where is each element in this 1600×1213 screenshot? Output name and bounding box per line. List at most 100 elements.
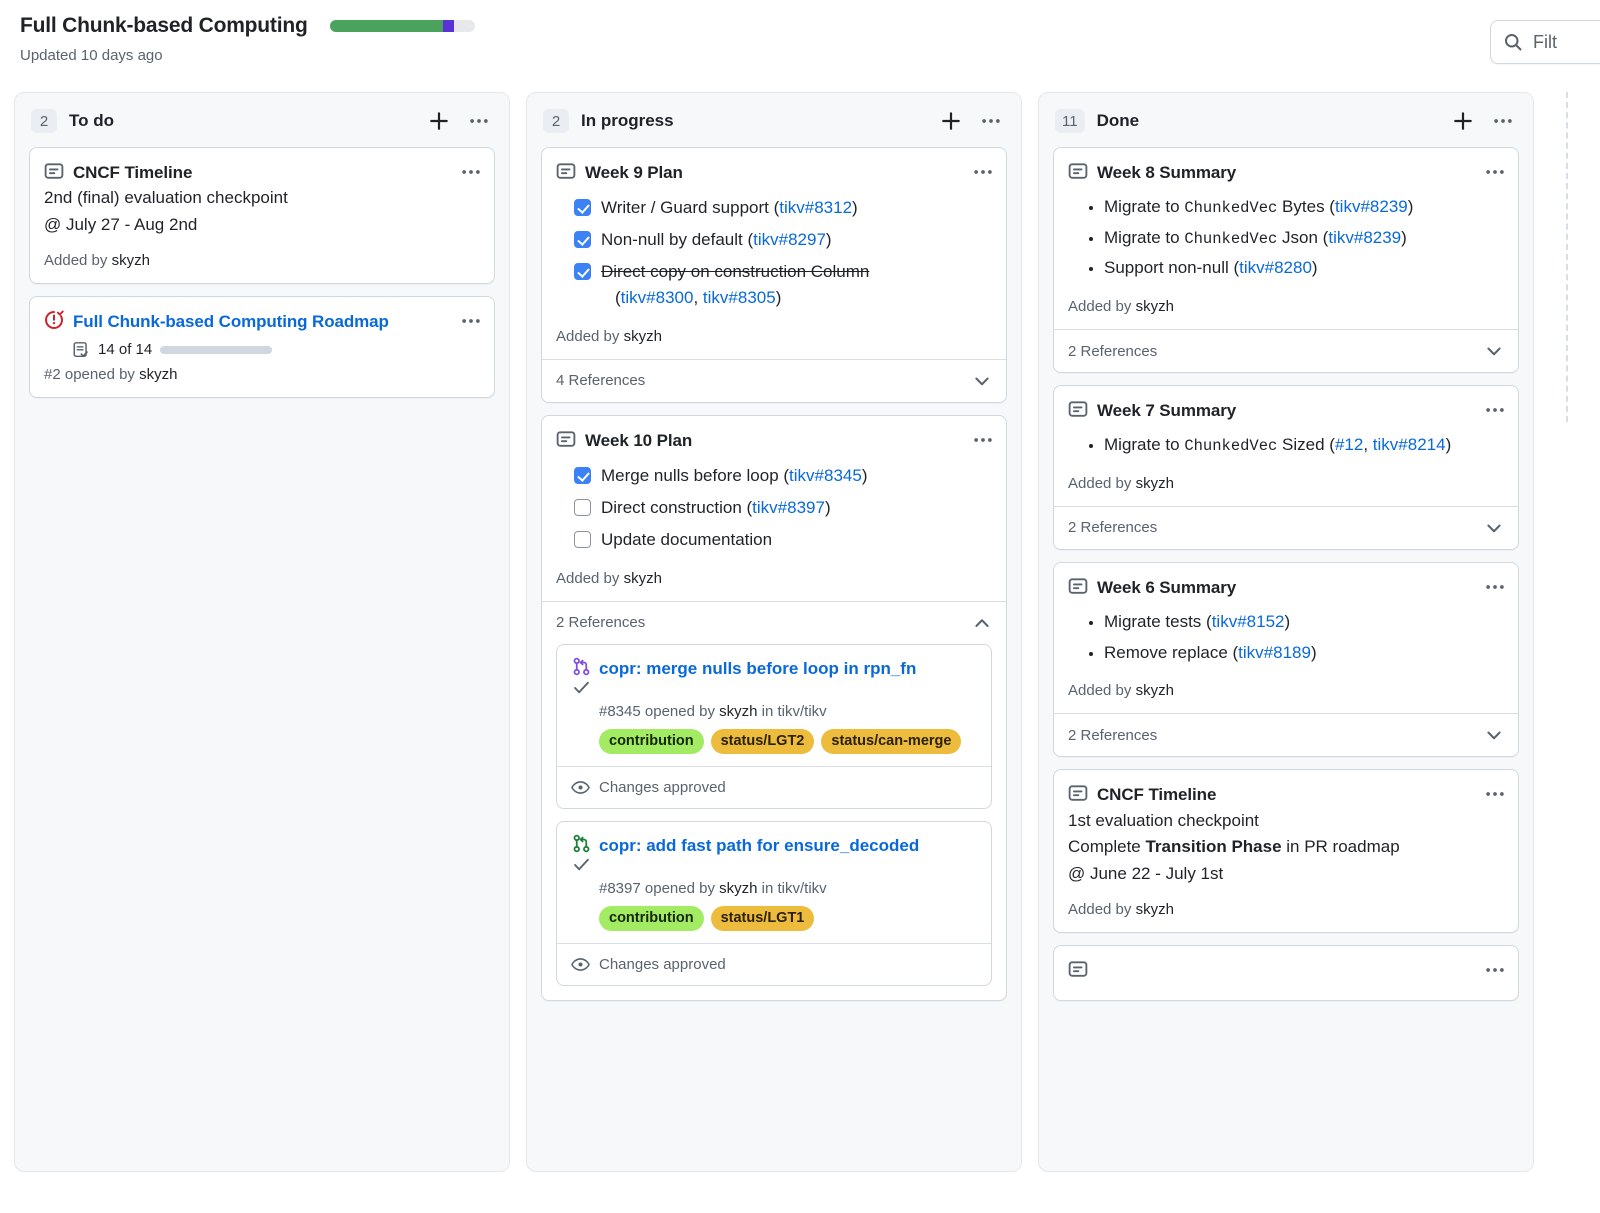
eye-icon (571, 780, 590, 794)
reference-link[interactable]: tikv#8300 (621, 288, 694, 307)
progress-segment-purple (442, 20, 455, 32)
reference-link[interactable]: tikv#8239 (1328, 228, 1401, 247)
column-menu-button[interactable] (1489, 107, 1517, 135)
checklist-item-label: Merge nulls before loop (tikv#8345) (601, 463, 868, 489)
card-content: CNCF Timeline 1st evaluation checkpoint Co… (1054, 770, 1518, 932)
add-item-button[interactable] (1449, 107, 1477, 135)
references-chevron[interactable] (972, 613, 992, 633)
reference-link[interactable]: tikv#8305 (703, 288, 776, 307)
card-header: CNCF Timeline (1068, 783, 1504, 806)
reference-card[interactable]: copr: merge nulls before loop in rpn_fn #… (556, 643, 992, 809)
add-item-button[interactable] (937, 107, 965, 135)
checklist-item[interactable]: Writer / Guard support (tikv#8312) (556, 192, 992, 224)
reference-link[interactable]: tikv#8239 (1335, 197, 1408, 216)
label-badge[interactable]: status/can-merge (821, 728, 962, 754)
text-run: Direct copy on construction Column (601, 262, 870, 282)
added-by-prefix: Added by (1068, 682, 1136, 700)
board-card[interactable]: CNCF Timeline 1st evaluation checkpoint Co… (1053, 769, 1519, 934)
column-menu-button[interactable] (977, 107, 1005, 135)
checkbox[interactable] (574, 530, 591, 548)
label-badge[interactable]: contribution (599, 905, 704, 931)
checklist-item[interactable]: Direct construction (tikv#8397) (556, 492, 992, 524)
add-column-placeholder[interactable] (1566, 92, 1568, 422)
card-menu-button[interactable] (1482, 783, 1508, 805)
column-menu-button[interactable] (465, 107, 493, 135)
meta-prefix: #2 opened by (44, 365, 140, 383)
bullet-item: Migrate to ChunkedVec Bytes (tikv#8239) (1104, 192, 1504, 223)
card-title[interactable]: Full Chunk-based Computing Roadmap (73, 310, 389, 333)
checklist-item[interactable]: Direct copy on construction Column (tikv#… (556, 256, 992, 314)
board-card-clipped[interactable] (1053, 945, 1519, 1002)
references-label: 4 References (556, 372, 646, 390)
column-cards: Week 9 Plan Writer / Guard support (tikv#… (527, 147, 1021, 1171)
card-menu-button[interactable] (1482, 399, 1508, 421)
card-added-by: Added by skyzh (556, 570, 992, 587)
filter-input[interactable]: Filt (1533, 32, 1557, 53)
reference-title[interactable]: copr: merge nulls before loop in rpn_fn (599, 657, 916, 681)
reference-link[interactable]: tikv#8152 (1212, 612, 1285, 631)
references-chevron[interactable] (1484, 341, 1504, 361)
label-badge[interactable]: status/LGT1 (710, 905, 815, 931)
checkbox[interactable] (574, 263, 591, 281)
reference-card-header: copr: add fast path for ensure_decoded (571, 834, 977, 874)
card-menu-button[interactable] (970, 429, 996, 451)
board-card[interactable]: Week 6 SummaryMigrate tests (tikv#8152)R… (1053, 561, 1519, 758)
board-card[interactable]: Week 7 Summary Migrate to ChunkedVec Size… (1053, 385, 1519, 550)
text-run: 1st evaluation checkpoint (1068, 810, 1259, 830)
reference-link[interactable]: #12 (1335, 435, 1363, 454)
plus-icon (430, 112, 448, 130)
checklist-item-label: Non-null by default (tikv#8297) (601, 227, 832, 253)
card-menu-button[interactable] (970, 161, 996, 183)
column-title: To do (69, 111, 114, 130)
reference-link[interactable]: tikv#8397 (752, 498, 825, 517)
reference-title[interactable]: copr: add fast path for ensure_decoded (599, 834, 919, 858)
add-item-button[interactable] (425, 107, 453, 135)
checkbox[interactable] (574, 467, 591, 485)
card-menu-button[interactable] (1482, 161, 1508, 183)
reference-link[interactable]: tikv#8345 (789, 466, 862, 485)
card-menu-button[interactable] (1482, 959, 1508, 981)
tasklist-progress-bar (160, 345, 273, 354)
reference-link[interactable]: tikv#8280 (1239, 258, 1312, 277)
board-card[interactable]: Week 9 Plan Writer / Guard support (tikv#… (541, 147, 1007, 403)
label-badge[interactable]: status/LGT2 (710, 728, 815, 754)
card-content: Week 8 Summary Migrate to ChunkedVec Byte… (1054, 148, 1518, 329)
label-badge[interactable]: contribution (599, 728, 704, 754)
references-chevron[interactable] (972, 371, 992, 391)
references-toggle[interactable]: 2 References (1054, 505, 1518, 549)
references-toggle[interactable]: 4 References (542, 358, 1006, 402)
reference-status-text: Changes approved (599, 778, 726, 796)
board-title-row: Full Chunk-based Computing (20, 14, 1580, 38)
text-run: Merge nulls before loop ( (601, 466, 790, 486)
reference-meta: #8345 opened by skyzh in tikv/tikv (599, 703, 977, 720)
references-toggle[interactable]: 2 References (542, 600, 1006, 644)
kebab-menu-icon (462, 170, 480, 174)
card-added-by: Added by skyzh (1068, 475, 1504, 492)
board-card[interactable]: Full Chunk-based Computing Roadmap 14 of … (29, 296, 495, 398)
checklist-item[interactable]: Non-null by default (tikv#8297) (556, 224, 992, 256)
references-toggle[interactable]: 2 References (1054, 329, 1518, 372)
reference-link[interactable]: tikv#8214 (1373, 435, 1446, 454)
references-chevron[interactable] (1484, 518, 1504, 538)
checklist-item[interactable]: Update documentation (556, 524, 992, 556)
checkbox[interactable] (574, 199, 591, 217)
card-menu-button[interactable] (458, 161, 484, 183)
reference-card[interactable]: copr: add fast path for ensure_decoded #8… (556, 820, 992, 986)
board-card[interactable]: Week 10 Plan Merge nulls before loop (tik… (541, 414, 1007, 1001)
board-card[interactable]: CNCF Timeline 2nd (final) evaluation chec… (29, 147, 495, 285)
reference-link[interactable]: tikv#8312 (779, 198, 852, 217)
card-menu-button[interactable] (1482, 576, 1508, 598)
filter-input-wrapper[interactable]: Filt (1490, 20, 1600, 64)
checklist-item[interactable]: Merge nulls before loop (tikv#8345) (556, 460, 992, 492)
references-toggle[interactable]: 2 References (1054, 713, 1518, 757)
board-card[interactable]: Week 8 Summary Migrate to ChunkedVec Byte… (1053, 147, 1519, 373)
checkbox[interactable] (574, 499, 591, 517)
checkbox[interactable] (574, 231, 591, 249)
checklist-item-label: Direct copy on construction Column (tikv#… (601, 259, 869, 311)
card-content: CNCF Timeline 2nd (final) evaluation chec… (30, 148, 494, 283)
reference-link[interactable]: tikv#8189 (1238, 643, 1311, 662)
references-chevron[interactable] (1484, 725, 1504, 745)
card-menu-button[interactable] (458, 310, 484, 332)
card-header: Week 6 Summary (1068, 576, 1504, 599)
reference-link[interactable]: tikv#8297 (753, 230, 826, 249)
